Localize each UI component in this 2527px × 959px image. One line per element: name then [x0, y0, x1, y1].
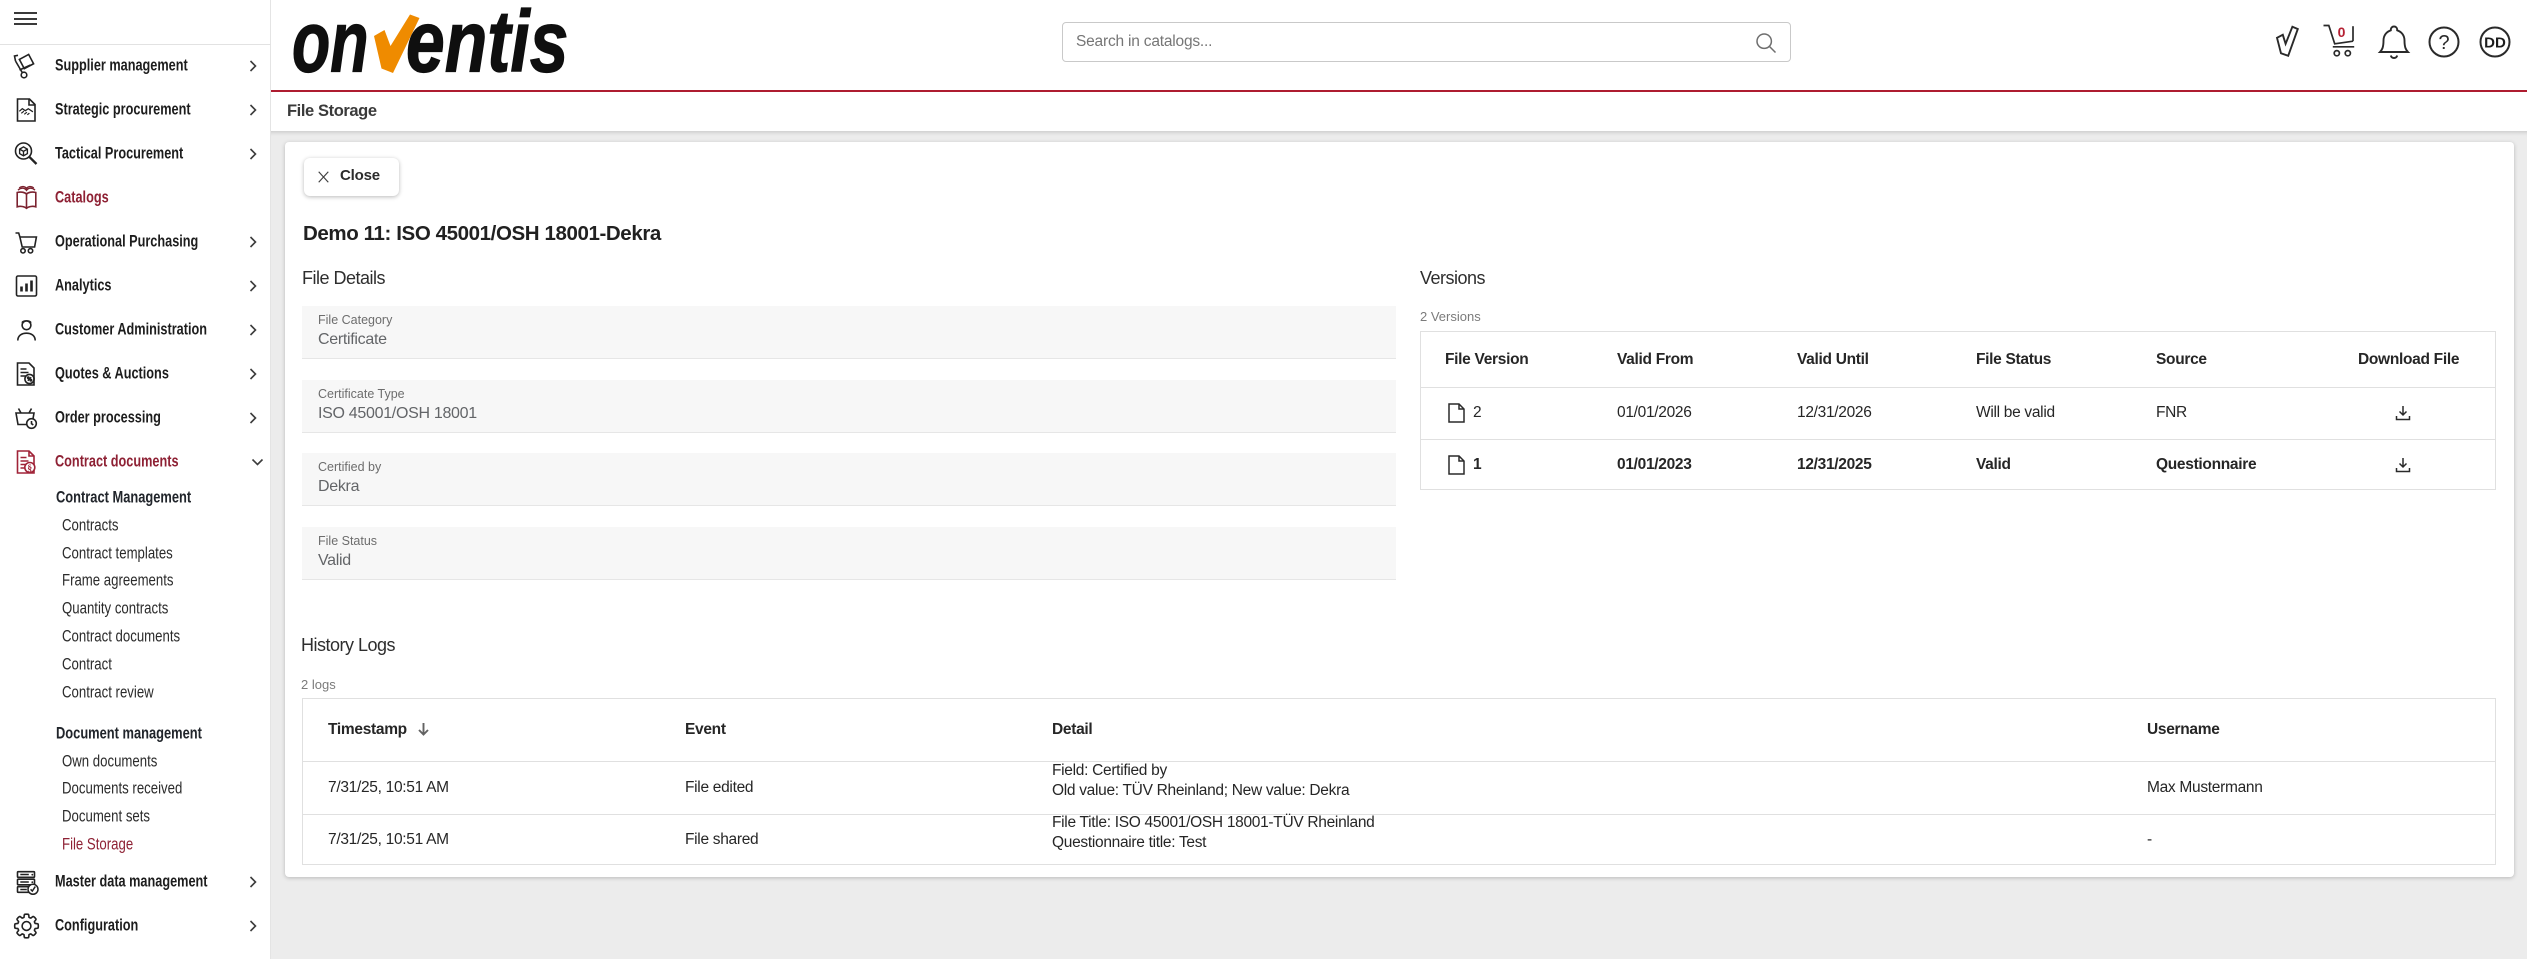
- svg-text:?: ?: [2438, 32, 2449, 54]
- svg-text:on: on: [292, 5, 369, 85]
- svg-text:entis: entis: [406, 5, 568, 85]
- svg-text:DD: DD: [2484, 35, 2506, 52]
- svg-text:0: 0: [2338, 24, 2346, 40]
- svg-text:§: §: [27, 464, 32, 474]
